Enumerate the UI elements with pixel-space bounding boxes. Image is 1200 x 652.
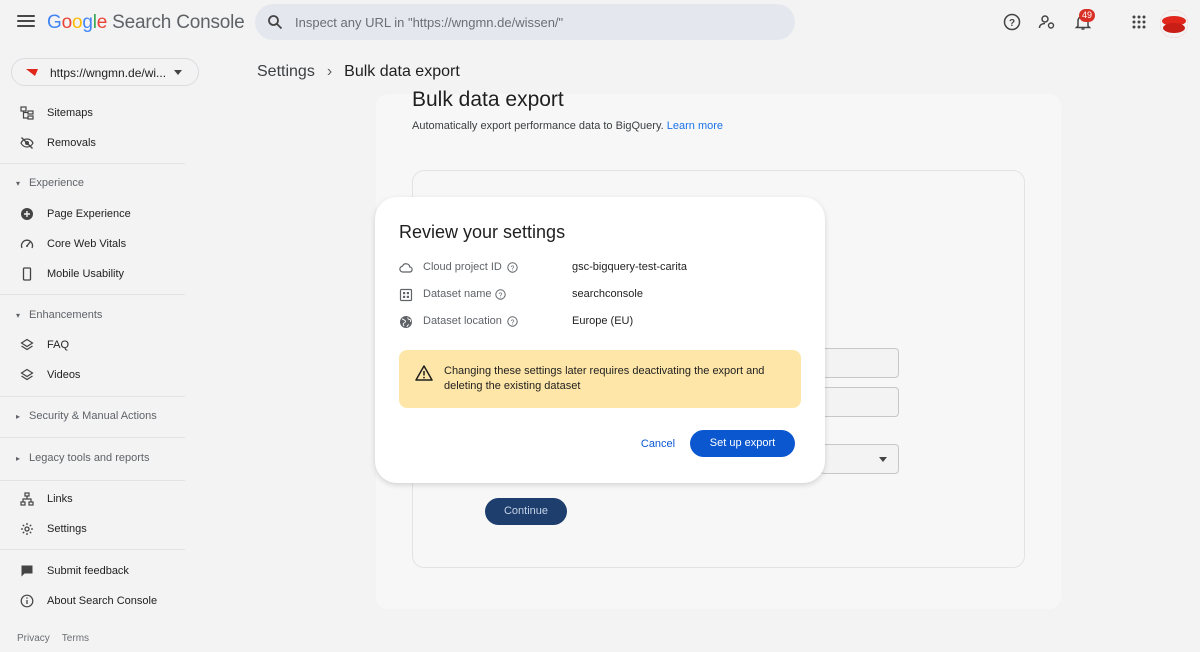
setting-row-project-id: Cloud project ID ? gsc-bigquery-test-car…	[399, 259, 809, 277]
breadcrumb: Settings › Bulk data export	[257, 63, 460, 81]
layers-icon	[20, 338, 34, 351]
links-icon	[20, 492, 34, 506]
sidebar-divider	[0, 437, 185, 438]
setting-value: gsc-bigquery-test-carita	[572, 261, 687, 273]
layers-icon	[20, 368, 34, 381]
help-outline-icon[interactable]: ?	[507, 262, 518, 273]
chevron-right-icon: ▸	[16, 454, 21, 463]
chevron-down-icon	[879, 457, 887, 462]
sidebar-item-about[interactable]: About Search Console	[0, 586, 185, 616]
sidebar-item-page-experience[interactable]: Page Experience	[0, 199, 185, 229]
sidebar-item-sitemaps[interactable]: Sitemaps	[0, 98, 185, 128]
sidebar-divider	[0, 396, 185, 397]
breadcrumb-settings[interactable]: Settings	[257, 63, 315, 80]
sidebar-divider	[0, 549, 185, 550]
sidebar-divider	[0, 480, 185, 481]
globe-icon	[400, 316, 412, 328]
warning-icon	[415, 365, 433, 381]
google-search-console-logo[interactable]: Google Search Console	[47, 12, 245, 34]
expand-less-icon: ▾	[16, 179, 21, 188]
continue-button[interactable]: Continue	[485, 498, 567, 525]
apps-grid-icon[interactable]	[1128, 11, 1150, 33]
privacy-link[interactable]: Privacy	[17, 633, 50, 644]
sidebar-section-experience[interactable]: ▾ Experience	[0, 174, 185, 194]
gear-icon	[21, 523, 33, 535]
add-circle-icon	[21, 208, 33, 220]
sitemap-icon	[20, 106, 34, 120]
svg-text:?: ?	[1009, 18, 1015, 29]
property-favicon-icon	[26, 69, 38, 76]
notification-count-badge: 49	[1079, 9, 1095, 22]
sidebar-divider	[0, 294, 185, 295]
breadcrumb-current: Bulk data export	[344, 63, 460, 80]
project-id-field[interactable]	[820, 348, 899, 378]
setting-value: searchconsole	[572, 288, 643, 300]
speed-icon	[20, 239, 34, 249]
dataset-icon	[399, 288, 413, 302]
sidebar-item-core-web-vitals[interactable]: Core Web Vitals	[0, 229, 185, 259]
setting-row-dataset-name: Dataset name ? searchconsole	[399, 286, 809, 304]
warning-banner: Changing these settings later requires d…	[399, 350, 801, 408]
info-icon	[20, 594, 34, 608]
url-inspection-search[interactable]	[255, 4, 795, 40]
setting-value: Europe (EU)	[572, 315, 634, 327]
sidebar-section-security[interactable]: ▸ Security & Manual Actions	[0, 407, 185, 427]
sidebar-section-legacy[interactable]: ▸ Legacy tools and reports	[0, 449, 185, 469]
warning-text: Changing these settings later requires d…	[444, 365, 765, 392]
sidebar-item-mobile-usability[interactable]: Mobile Usability	[0, 259, 185, 289]
svg-text:?: ?	[499, 292, 503, 299]
sidebar-nav: Sitemaps Removals ▾ Experience Page Expe…	[0, 96, 190, 652]
manage-users-icon[interactable]	[1036, 11, 1058, 33]
chevron-right-icon: ▸	[16, 412, 21, 421]
sidebar-item-faq[interactable]: FAQ	[0, 330, 185, 360]
help-outline-icon[interactable]: ?	[495, 289, 506, 300]
visibility-off-icon	[20, 137, 34, 149]
terms-link[interactable]: Terms	[62, 633, 89, 644]
set-up-export-button[interactable]: Set up export	[690, 430, 795, 457]
chevron-down-icon	[174, 70, 182, 75]
cancel-button[interactable]: Cancel	[630, 432, 686, 456]
sidebar-item-links[interactable]: Links	[0, 484, 185, 514]
sidebar-section-enhancements[interactable]: ▾ Enhancements	[0, 306, 185, 326]
search-icon	[268, 15, 283, 30]
sidebar-item-submit-feedback[interactable]: Submit feedback	[0, 556, 185, 586]
property-selector[interactable]: https://wngmn.de/wi...	[11, 58, 199, 86]
sidebar-item-removals[interactable]: Removals	[0, 128, 185, 158]
dataset-name-field[interactable]	[820, 387, 899, 417]
setting-row-dataset-location: Dataset location ? Europe (EU)	[399, 313, 809, 331]
smartphone-icon	[22, 267, 32, 281]
breadcrumb-separator: ›	[326, 63, 333, 80]
sidebar-divider	[0, 163, 185, 164]
sidebar-item-settings[interactable]: Settings	[0, 514, 185, 544]
cloud-icon	[399, 263, 413, 273]
property-label: https://wngmn.de/wi...	[50, 66, 167, 80]
dialog-title: Review your settings	[399, 222, 566, 242]
location-select[interactable]	[820, 444, 899, 474]
help-outline-icon[interactable]: ?	[507, 316, 518, 327]
learn-more-link[interactable]: Learn more	[667, 120, 723, 132]
menu-icon[interactable]	[17, 15, 35, 29]
search-input[interactable]	[295, 4, 775, 40]
expand-less-icon: ▾	[16, 311, 21, 320]
account-avatar[interactable]	[1160, 10, 1188, 38]
svg-text:?: ?	[511, 319, 515, 326]
footer-links: Privacy Terms	[17, 633, 101, 644]
product-name: Search Console	[112, 12, 245, 33]
page-subtitle: Automatically export performance data to…	[412, 120, 724, 132]
svg-text:?: ?	[511, 265, 515, 272]
page-title: Bulk data export	[412, 88, 564, 111]
review-settings-dialog: Review your settings Cloud project ID ? …	[375, 197, 825, 483]
help-icon[interactable]: ?	[1001, 11, 1023, 33]
sidebar-item-videos[interactable]: Videos	[0, 360, 185, 390]
feedback-icon	[21, 565, 33, 577]
app-header: GoogleSearch Console ? 49	[0, 0, 1200, 46]
